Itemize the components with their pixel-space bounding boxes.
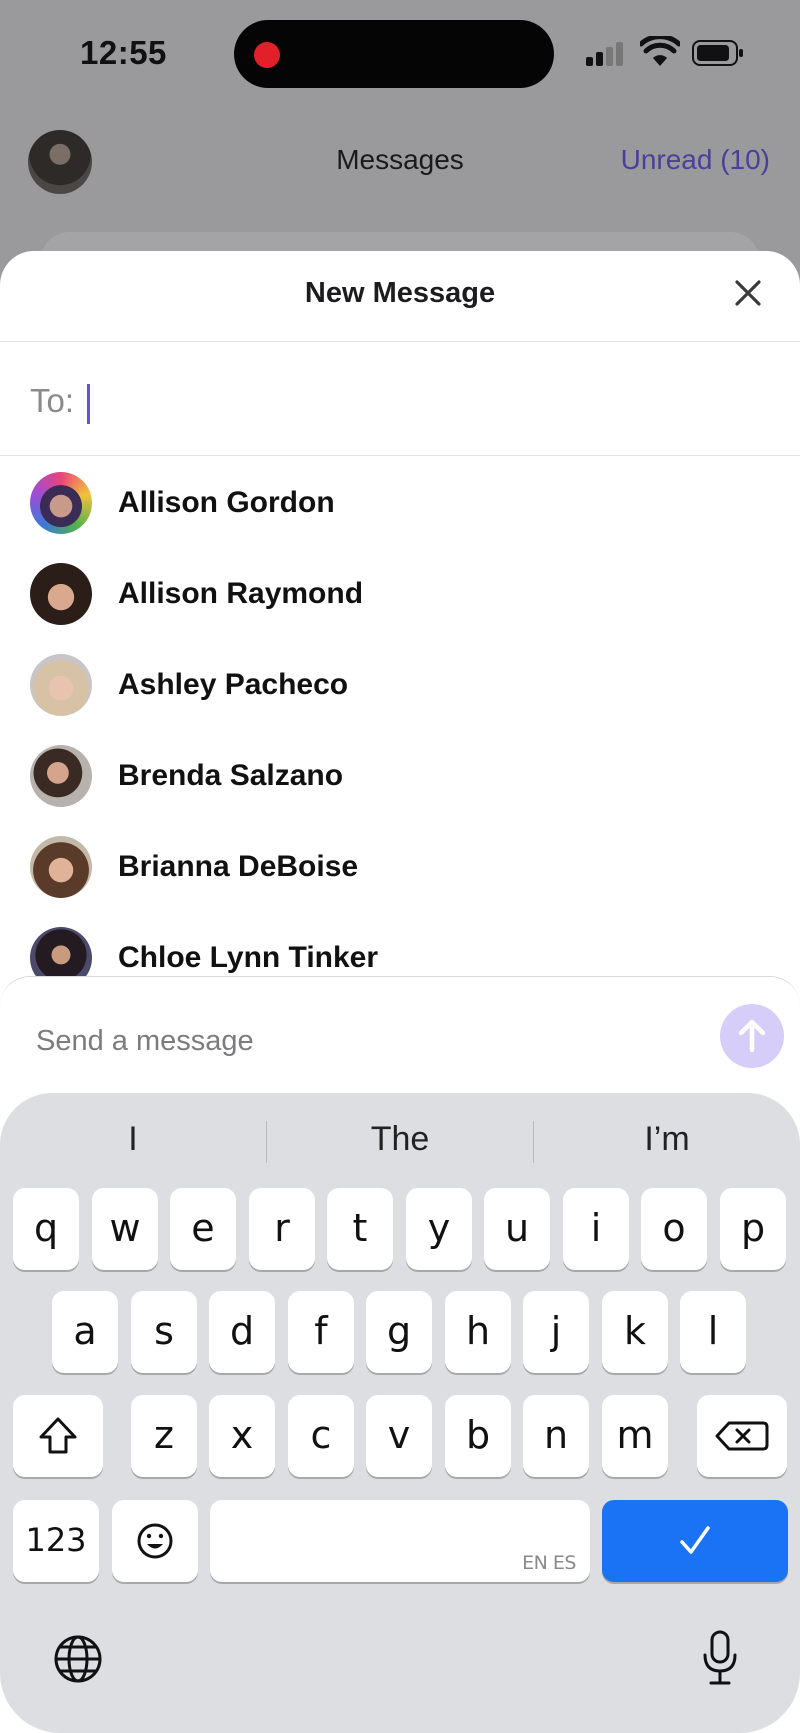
key-x[interactable]: x: [209, 1395, 275, 1477]
key-b[interactable]: b: [445, 1395, 511, 1477]
background-header: Messages Unread (10): [0, 120, 800, 200]
contact-avatar: [30, 927, 92, 977]
done-key[interactable]: [602, 1500, 788, 1582]
recipient-row: To:: [0, 342, 800, 456]
recipient-input[interactable]: [86, 370, 770, 432]
key-g[interactable]: g: [366, 1291, 432, 1373]
contact-avatar: [30, 836, 92, 898]
key-u[interactable]: u: [484, 1188, 550, 1270]
suggestion-2[interactable]: The: [267, 1111, 533, 1167]
contact-avatar: [30, 745, 92, 807]
screen: Messages Unread (10) 12:55 New Message T…: [0, 0, 800, 1733]
space-bar[interactable]: EN ES: [210, 1500, 590, 1582]
key-h[interactable]: h: [445, 1291, 511, 1373]
key-j[interactable]: j: [523, 1291, 589, 1373]
key-w[interactable]: w: [92, 1188, 158, 1270]
key-p[interactable]: p: [720, 1188, 786, 1270]
suggestion-3[interactable]: I’m: [534, 1111, 800, 1167]
message-input[interactable]: [34, 1015, 698, 1067]
wifi-icon: [640, 36, 680, 66]
contact-list-item[interactable]: Allison Raymond: [0, 548, 800, 639]
microphone-icon[interactable]: [700, 1629, 740, 1689]
checkmark-icon: [680, 1526, 710, 1554]
keyboard-languages: EN ES: [522, 1552, 576, 1574]
shift-key[interactable]: [13, 1395, 103, 1477]
key-m[interactable]: m: [602, 1395, 668, 1477]
emoji-icon: [137, 1523, 173, 1559]
contact-list-item[interactable]: Brianna DeBoise: [0, 821, 800, 912]
suggestion-1[interactable]: I: [0, 1111, 266, 1167]
contact-name: Ashley Pacheco: [118, 668, 349, 701]
key-a[interactable]: a: [52, 1291, 118, 1373]
contact-list: Allison Gordon Allison Raymond Ashley Pa…: [0, 457, 800, 977]
contact-avatar: [30, 563, 92, 625]
key-s[interactable]: s: [131, 1291, 197, 1373]
key-v[interactable]: v: [366, 1395, 432, 1477]
contact-name: Brianna DeBoise: [118, 850, 359, 883]
contact-list-item[interactable]: Chloe Lynn Tinker: [0, 912, 800, 977]
contact-name: Brenda Salzano: [118, 759, 344, 792]
status-bar: 12:55: [0, 0, 800, 110]
suggestion-bar: I The I’m: [0, 1111, 800, 1167]
contact-list-item[interactable]: Ashley Pacheco: [0, 639, 800, 730]
text-cursor: [87, 384, 90, 424]
contact-avatar: [30, 472, 92, 534]
key-k[interactable]: k: [602, 1291, 668, 1373]
arrow-up-icon: [738, 1019, 766, 1053]
recording-indicator-icon: [254, 42, 280, 68]
status-time: 12:55: [80, 34, 167, 71]
to-label: To:: [30, 382, 75, 419]
key-o[interactable]: o: [641, 1188, 707, 1270]
key-c[interactable]: c: [288, 1395, 354, 1477]
key-l[interactable]: l: [680, 1291, 746, 1373]
key-i[interactable]: i: [563, 1188, 629, 1270]
contact-name: Chloe Lynn Tinker: [118, 941, 379, 974]
sheet-title: New Message: [304, 277, 496, 309]
shift-icon: [39, 1417, 77, 1454]
key-f[interactable]: f: [288, 1291, 354, 1373]
key-q[interactable]: q: [13, 1188, 79, 1270]
contact-name: Allison Gordon: [118, 486, 335, 519]
contact-list-item[interactable]: Brenda Salzano: [0, 730, 800, 821]
close-icon[interactable]: [728, 273, 768, 313]
numbers-key[interactable]: 123: [13, 1500, 99, 1582]
contact-list-item[interactable]: Allison Gordon: [0, 457, 800, 548]
battery-icon: [692, 40, 743, 66]
key-t[interactable]: t: [327, 1188, 393, 1270]
keyboard: I The I’m q w e r t y u i o p a s d f g …: [0, 1093, 800, 1733]
key-y[interactable]: y: [406, 1188, 472, 1270]
contact-name: Allison Raymond: [118, 577, 364, 610]
delete-key[interactable]: [697, 1395, 787, 1477]
unread-filter-link: Unread (10): [620, 144, 770, 175]
dynamic-island: [234, 20, 554, 88]
send-button[interactable]: [720, 1004, 784, 1068]
key-r[interactable]: r: [249, 1188, 315, 1270]
key-n[interactable]: n: [523, 1395, 589, 1477]
key-d[interactable]: d: [209, 1291, 275, 1373]
sheet-header: New Message: [0, 251, 800, 342]
contact-avatar: [30, 654, 92, 716]
compose-bar: [0, 976, 800, 1097]
globe-icon[interactable]: [52, 1633, 104, 1685]
emoji-key[interactable]: [112, 1500, 198, 1582]
cellular-signal-icon: [586, 40, 628, 66]
key-e[interactable]: e: [170, 1188, 236, 1270]
key-z[interactable]: z: [131, 1395, 197, 1477]
backspace-icon: [715, 1421, 769, 1451]
